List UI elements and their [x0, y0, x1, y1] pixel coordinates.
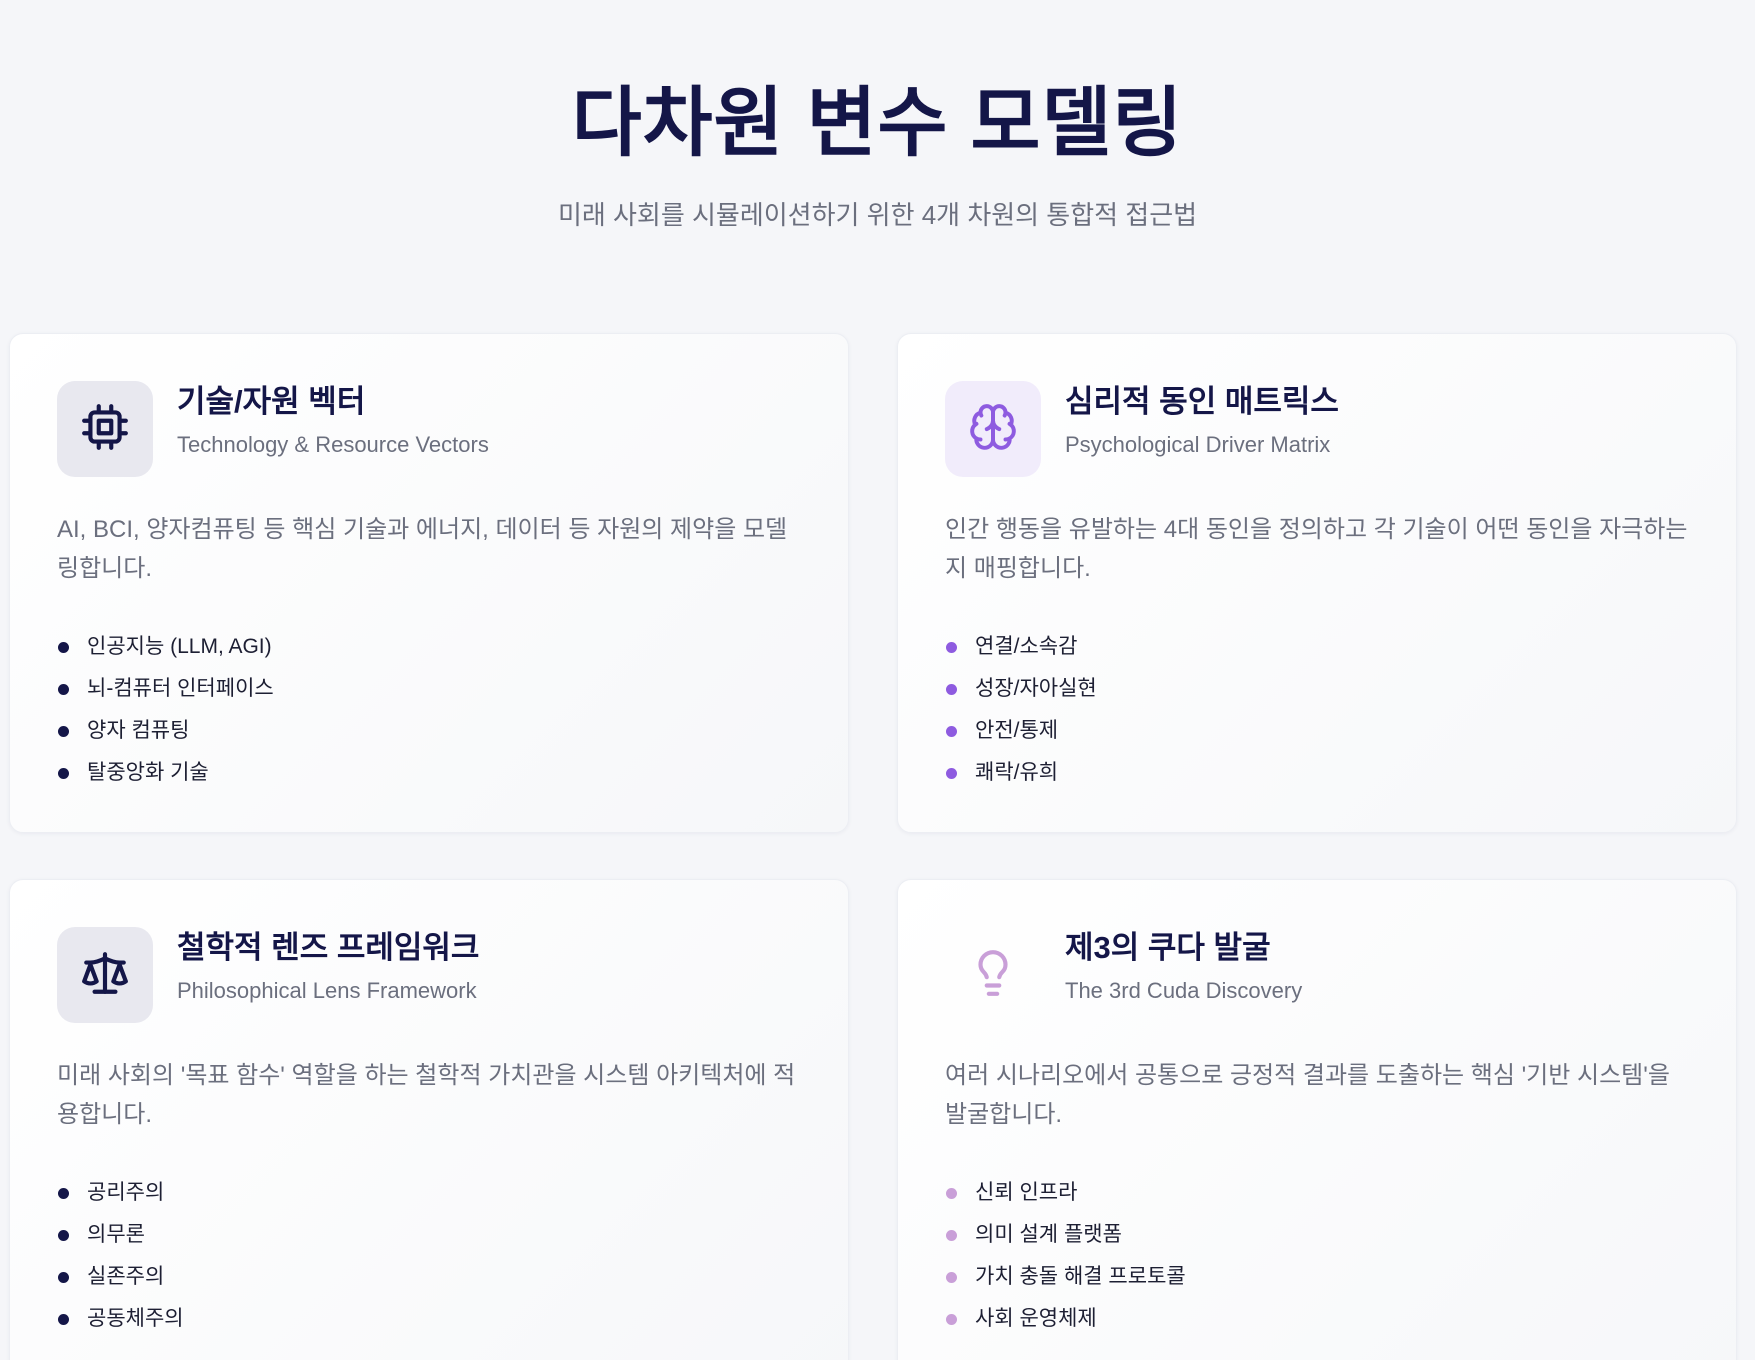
card-subtitle: Psychological Driver Matrix [1065, 432, 1331, 457]
list-item-label: 쾌락/유희 [975, 761, 1059, 784]
card-icon-box [57, 927, 153, 1023]
list-item-label: 양자 컴퓨팅 [87, 719, 190, 742]
card-description: 미래 사회의 '목표 함수' 역할을 하는 철학적 가치관을 시스템 아키텍처에… [57, 1062, 796, 1128]
list-item-label: 의무론 [87, 1223, 145, 1246]
list-item-label: 가치 충돌 해결 프로토콜 [975, 1265, 1186, 1288]
scale-icon [80, 948, 130, 1003]
bullet-dot [946, 1314, 957, 1325]
card-subtitle: Technology & Resource Vectors [177, 432, 489, 457]
list-item-label: 공리주의 [87, 1181, 165, 1204]
list-item: 성장/자아실현 [945, 668, 1097, 710]
brain-icon [968, 402, 1018, 457]
bullet-dot [58, 768, 69, 779]
list-item-label: 연결/소속감 [975, 635, 1078, 658]
list-item-label: 신뢰 인프라 [975, 1181, 1078, 1204]
card-title: 제3의 쿠다 발굴 [1065, 930, 1271, 965]
list-item-label: 인공지능 (LLM, AGI) [87, 635, 272, 658]
bullet-dot [946, 1272, 957, 1283]
list-item: 뇌-컴퓨터 인터페이스 [57, 668, 274, 710]
list-item-label: 뇌-컴퓨터 인터페이스 [87, 677, 274, 700]
list-item: 인공지능 (LLM, AGI) [57, 626, 274, 668]
card-list: 연결/소속감 성장/자아실현 안전/통제 쾌락/유희 [945, 626, 1097, 794]
card-title: 철학적 렌즈 프레임워크 [177, 930, 480, 965]
list-item: 의무론 [57, 1214, 184, 1256]
card-title: 기술/자원 벡터 [177, 384, 366, 419]
bullet-dot [58, 684, 69, 695]
bullet-dot [946, 1230, 957, 1241]
list-item-label: 공동체주의 [87, 1307, 184, 1330]
card-cuda-discovery: 제3의 쿠다 발굴 The 3rd Cuda Discovery 여러 시나리오… [897, 879, 1737, 1360]
page: 다차원 변수 모델링 미래 사회를 시뮬레이션하기 위한 4개 차원의 통합적 … [0, 0, 1755, 1360]
list-item: 신뢰 인프라 [945, 1172, 1186, 1214]
list-item-label: 사회 운영체제 [975, 1307, 1097, 1330]
page-subtitle: 미래 사회를 시뮬레이션하기 위한 4개 차원의 통합적 접근법 [557, 200, 1198, 230]
card-list: 공리주의 의무론 실존주의 공동체주의 [57, 1172, 184, 1340]
card-title: 심리적 동인 매트릭스 [1065, 384, 1339, 419]
list-item: 공동체주의 [57, 1298, 184, 1340]
card-description: 인간 행동을 유발하는 4대 동인을 정의하고 각 기술이 어떤 동인을 자극하… [945, 516, 1688, 582]
card-philosophical-lens: 철학적 렌즈 프레임워크 Philosophical Lens Framewor… [9, 879, 849, 1360]
card-icon-box [945, 381, 1041, 477]
bullet-dot [58, 1230, 69, 1241]
bullet-dot [946, 642, 957, 653]
list-item: 의미 설계 플랫폼 [945, 1214, 1186, 1256]
bullet-dot [946, 726, 957, 737]
list-item-label: 성장/자아실현 [975, 677, 1097, 700]
list-item: 공리주의 [57, 1172, 184, 1214]
list-item: 사회 운영체제 [945, 1298, 1186, 1340]
card-icon-box [945, 927, 1041, 1023]
card-psychological-driver: 심리적 동인 매트릭스 Psychological Driver Matrix … [897, 333, 1737, 833]
bullet-dot [946, 768, 957, 779]
bullet-dot [58, 1272, 69, 1283]
page-title: 다차원 변수 모델링 [571, 81, 1184, 166]
lightbulb-icon [968, 948, 1018, 1003]
list-item-label: 실존주의 [87, 1265, 165, 1288]
card-subtitle: Philosophical Lens Framework [177, 978, 477, 1003]
card-list: 인공지능 (LLM, AGI) 뇌-컴퓨터 인터페이스 양자 컴퓨팅 탈중앙화 … [57, 626, 274, 794]
list-item: 가치 충돌 해결 프로토콜 [945, 1256, 1186, 1298]
list-item: 쾌락/유희 [945, 752, 1097, 794]
bullet-dot [58, 1188, 69, 1199]
list-item: 연결/소속감 [945, 626, 1097, 668]
bullet-dot [58, 726, 69, 737]
bullet-dot [946, 1188, 957, 1199]
card-icon-box [57, 381, 153, 477]
card-subtitle: The 3rd Cuda Discovery [1065, 978, 1303, 1003]
list-item: 안전/통제 [945, 710, 1097, 752]
list-item-label: 안전/통제 [975, 719, 1059, 742]
list-item-label: 탈중앙화 기술 [87, 761, 209, 784]
list-item-label: 의미 설계 플랫폼 [975, 1223, 1122, 1246]
cpu-icon [80, 402, 130, 457]
list-item: 실존주의 [57, 1256, 184, 1298]
list-item: 탈중앙화 기술 [57, 752, 274, 794]
list-item: 양자 컴퓨팅 [57, 710, 274, 752]
card-description: AI, BCI, 양자컴퓨팅 등 핵심 기술과 에너지, 데이터 등 자원의 제… [57, 516, 788, 582]
bullet-dot [58, 1314, 69, 1325]
bullet-dot [946, 684, 957, 695]
card-description: 여러 시나리오에서 공통으로 긍정적 결과를 도출하는 핵심 '기반 시스템'을… [945, 1062, 1670, 1128]
card-technology-resource: 기술/자원 벡터 Technology & Resource Vectors A… [9, 333, 849, 833]
bullet-dot [58, 642, 69, 653]
card-list: 신뢰 인프라 의미 설계 플랫폼 가치 충돌 해결 프로토콜 사회 운영체제 [945, 1172, 1186, 1340]
